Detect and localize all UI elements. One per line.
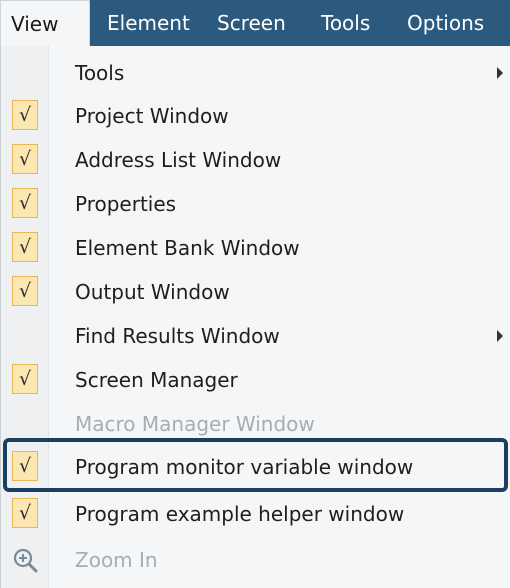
checkmark-icon: √ <box>12 188 38 218</box>
menu-screen[interactable]: Screen <box>217 0 286 46</box>
menu-item-program-monitor-variable-window[interactable]: √ Program monitor variable window <box>1 446 510 489</box>
menu-item-program-example-helper-window[interactable]: √ Program example helper window <box>1 493 510 536</box>
menu-view[interactable]: View <box>0 0 90 46</box>
menu-item-label: Output Window <box>75 280 230 304</box>
view-dropdown-menu: Tools √ Project Window √ Address List Wi… <box>0 46 510 588</box>
menu-item-label: Address List Window <box>75 148 282 172</box>
menu-item-label: Screen Manager <box>75 368 238 392</box>
menu-item-address-list-window[interactable]: √ Address List Window <box>1 139 510 182</box>
menu-item-label: Element Bank Window <box>75 236 300 260</box>
submenu-arrow-icon <box>497 330 503 342</box>
menu-item-label: Macro Manager Window <box>75 412 315 436</box>
checkmark-icon: √ <box>12 276 38 306</box>
menu-item-label: Tools <box>75 61 125 85</box>
menu-bar: View Element Screen Tools Options <box>0 0 510 46</box>
menu-item-label: Properties <box>75 192 177 216</box>
checkmark-icon: √ <box>12 144 38 174</box>
submenu-arrow-icon <box>497 67 503 79</box>
menu-item-label: Zoom In <box>75 548 158 572</box>
zoom-in-icon <box>12 547 38 573</box>
menu-item-zoom-in: Zoom In <box>1 539 510 582</box>
checkmark-icon: √ <box>12 100 38 130</box>
menu-item-project-window[interactable]: √ Project Window <box>1 95 510 138</box>
menu-item-find-results-window[interactable]: Find Results Window <box>1 315 510 358</box>
checkmark-icon: √ <box>12 451 38 481</box>
menu-item-screen-manager[interactable]: √ Screen Manager <box>1 359 510 402</box>
menu-item-label: Project Window <box>75 104 229 128</box>
checkmark-icon: √ <box>12 364 38 394</box>
menu-tools[interactable]: Tools <box>321 0 370 46</box>
menu-item-label: Find Results Window <box>75 324 280 348</box>
menu-item-element-bank-window[interactable]: √ Element Bank Window <box>1 227 510 270</box>
menu-item-tools[interactable]: Tools <box>1 52 510 95</box>
menu-item-properties[interactable]: √ Properties <box>1 183 510 226</box>
menu-options[interactable]: Options <box>407 0 484 46</box>
checkmark-icon: √ <box>12 498 38 528</box>
checkmark-icon: √ <box>12 232 38 262</box>
menu-item-output-window[interactable]: √ Output Window <box>1 271 510 314</box>
menu-element[interactable]: Element <box>107 0 190 46</box>
menu-item-macro-manager-window: Macro Manager Window <box>1 403 510 446</box>
menu-item-label: Program example helper window <box>75 502 405 526</box>
menu-item-label: Program monitor variable window <box>75 455 414 479</box>
